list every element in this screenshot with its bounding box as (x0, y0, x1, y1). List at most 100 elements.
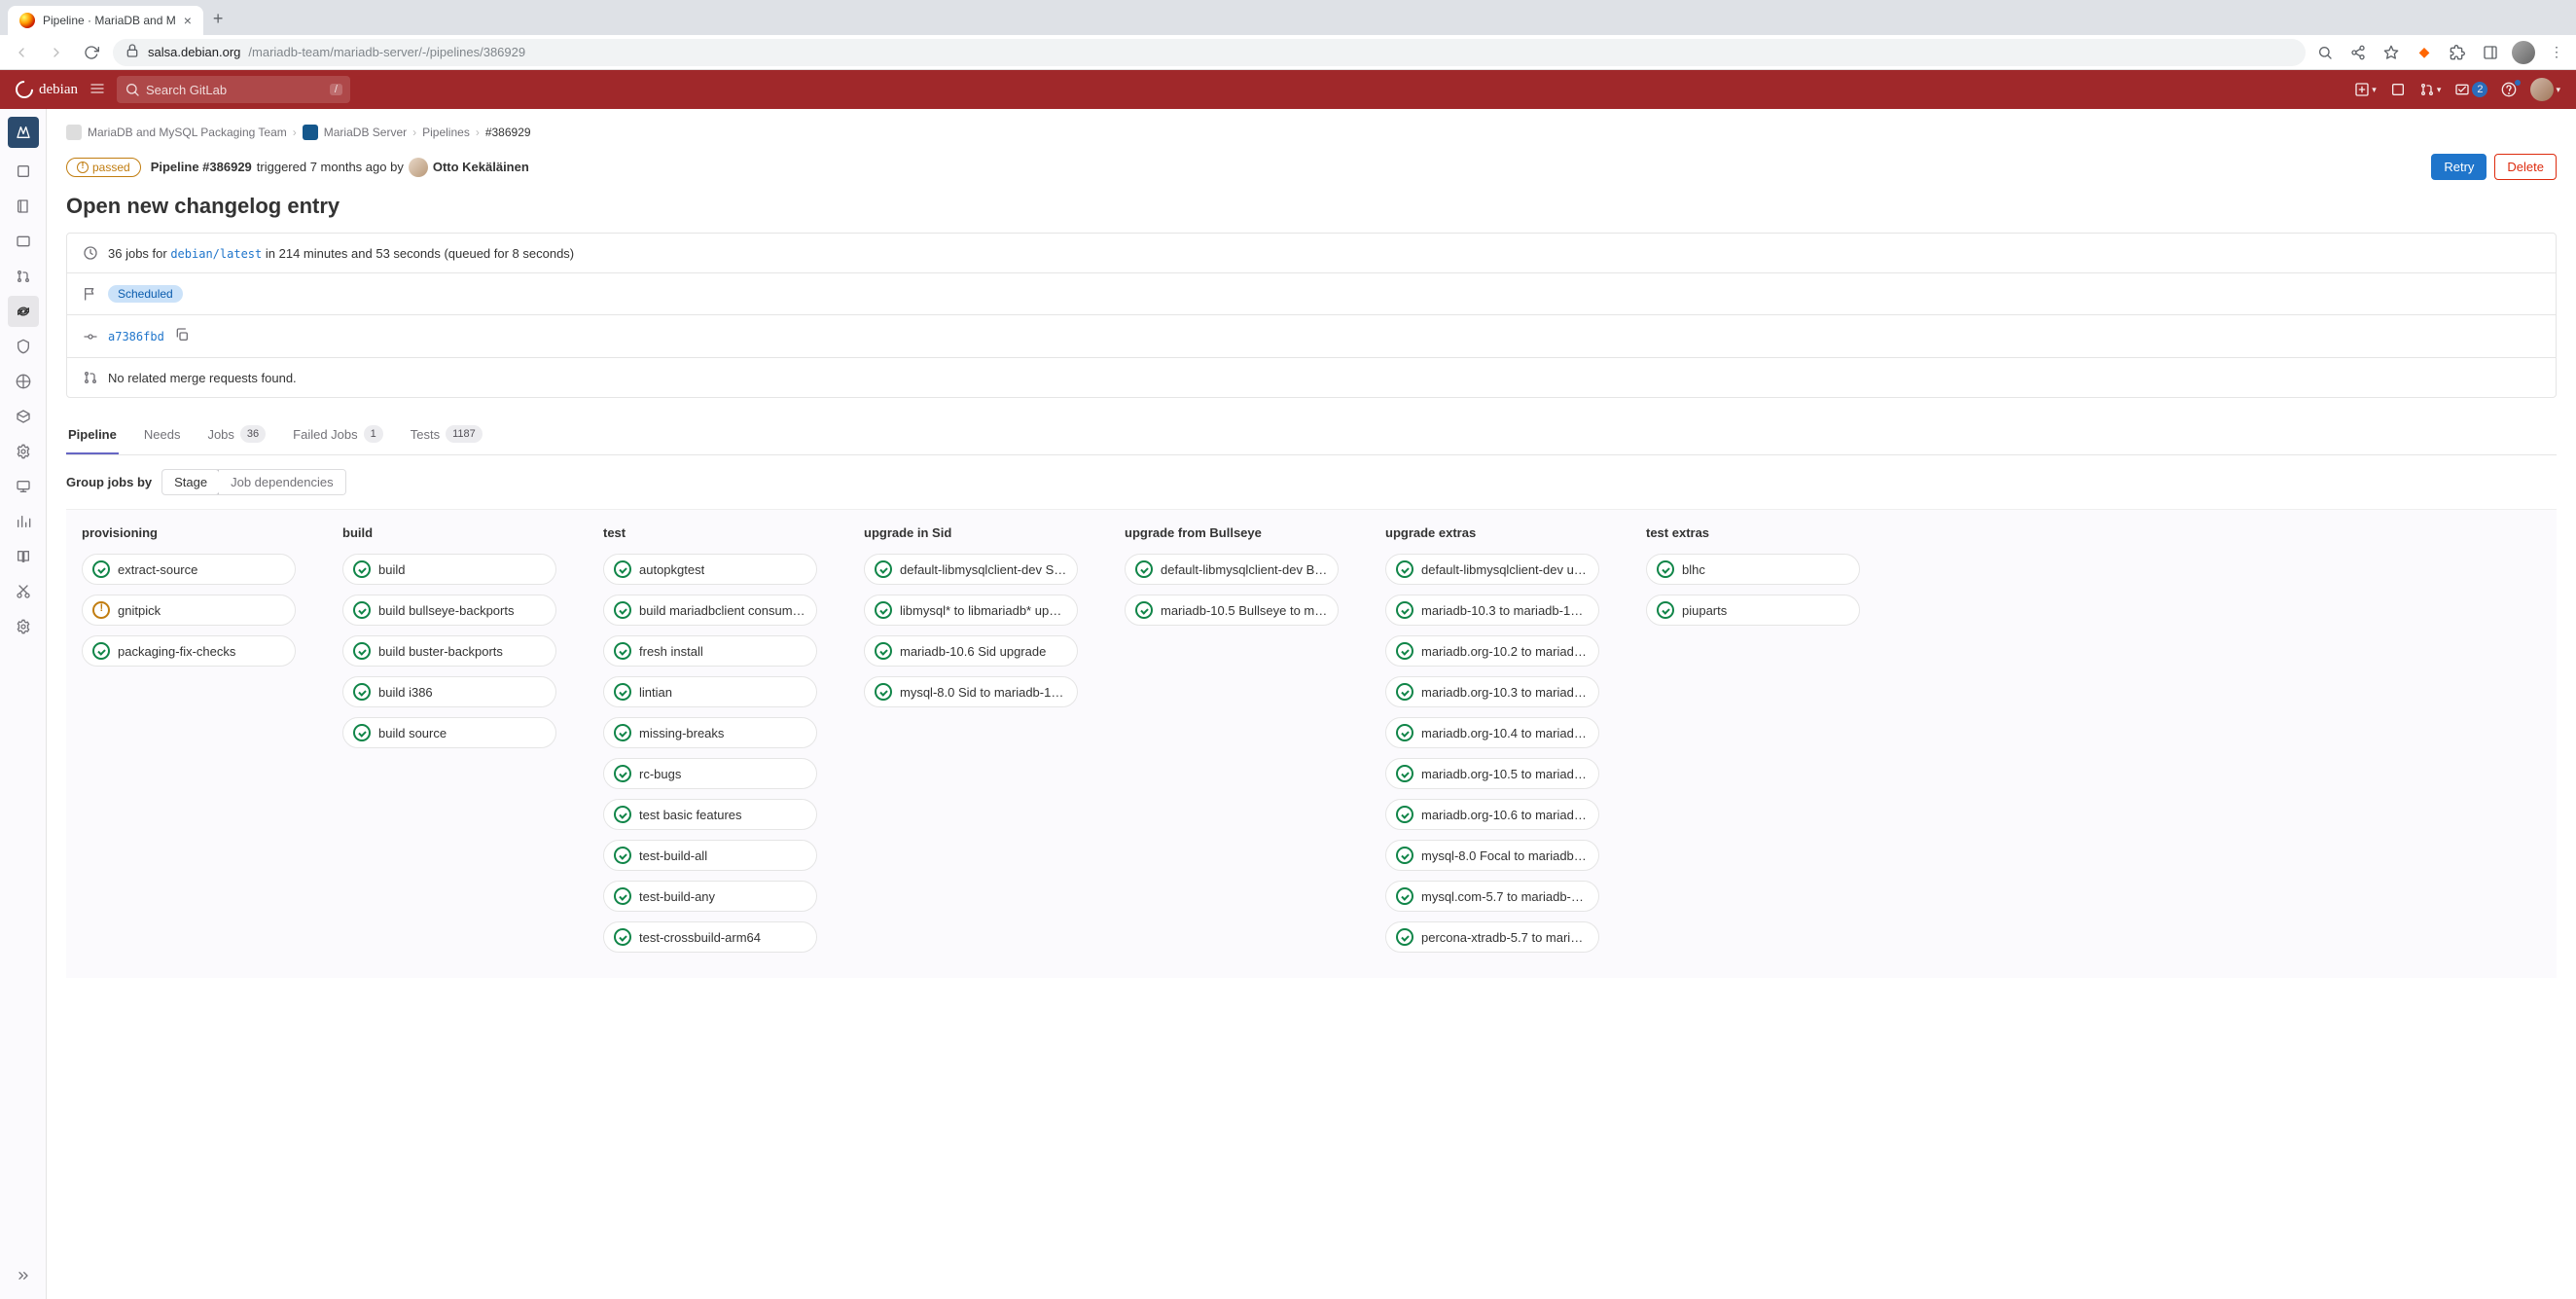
sidebar-cicd[interactable] (8, 296, 39, 327)
profile-avatar[interactable] (2512, 41, 2535, 64)
job-pill[interactable]: gnitpick (82, 595, 296, 626)
job-pill[interactable]: mariadb.org-10.5 to mariadb-10.6 upgrade (1385, 758, 1599, 789)
search-input[interactable]: Search GitLab / (117, 76, 350, 103)
job-pill[interactable]: packaging-fix-checks (82, 635, 296, 667)
sidebar-security[interactable] (8, 331, 39, 362)
sidebar-analytics[interactable] (8, 506, 39, 537)
commit-sha[interactable]: a7386fbd (108, 330, 164, 343)
back-button[interactable] (8, 39, 35, 66)
job-pill[interactable]: build mariadbclient consumer Python-MySQ… (603, 595, 817, 626)
job-name: mariadb.org-10.3 to mariadb-10.6 upgrade (1421, 685, 1589, 700)
main-content: MariaDB and MySQL Packaging Team › Maria… (47, 109, 2576, 1299)
zoom-icon[interactable] (2313, 41, 2337, 64)
sidebar-wiki[interactable] (8, 541, 39, 572)
sidebar-deployments[interactable] (8, 366, 39, 397)
chrome-toolbar-icons: ◆ ⋮ (2313, 41, 2568, 64)
job-pill[interactable]: build (342, 554, 556, 585)
url-bar[interactable]: salsa.debian.org/mariadb-team/mariadb-se… (113, 39, 2306, 66)
status-badge[interactable]: passed (66, 158, 141, 177)
panel-icon[interactable] (2479, 41, 2502, 64)
share-icon[interactable] (2346, 41, 2370, 64)
tab-needs[interactable]: Needs (142, 415, 183, 454)
breadcrumb-group[interactable]: MariaDB and MySQL Packaging Team (88, 126, 287, 139)
branch-link[interactable]: debian/latest (170, 247, 262, 261)
debian-logo[interactable]: debian (16, 81, 78, 98)
job-pill[interactable]: test-crossbuild-arm64 (603, 921, 817, 953)
passed-icon (1396, 806, 1413, 823)
tab-tests[interactable]: Tests1187 (409, 415, 484, 454)
job-pill[interactable]: mariadb.org-10.6 to mariadb-10.6 upgrade (1385, 799, 1599, 830)
retry-button[interactable]: Retry (2431, 154, 2487, 180)
group-by-deps[interactable]: Job dependencies (219, 470, 345, 494)
user-menu[interactable]: ▾ (2530, 78, 2560, 101)
sidebar-monitor[interactable] (8, 471, 39, 502)
job-pill[interactable]: mysql-8.0 Focal to mariadb-10.6 upgrade … (1385, 840, 1599, 871)
job-pill[interactable]: missing-breaks (603, 717, 817, 748)
tab-failed-jobs[interactable]: Failed Jobs1 (291, 415, 385, 454)
job-pill[interactable]: build i386 (342, 676, 556, 707)
copy-icon[interactable] (174, 327, 190, 345)
job-pill[interactable]: mariadb.org-10.2 to mariadb-10.6 upgrade (1385, 635, 1599, 667)
job-pill[interactable]: mariadb-10.3 to mariadb-10.6 upgrade in … (1385, 595, 1599, 626)
job-pill[interactable]: build bullseye-backports (342, 595, 556, 626)
job-pill[interactable]: autopkgtest (603, 554, 817, 585)
job-pill[interactable]: mariadb-10.5 Bullseye to mariadb-10.6 up… (1125, 595, 1339, 626)
job-pill[interactable]: lintian (603, 676, 817, 707)
plus-dropdown[interactable]: ▾ (2354, 82, 2377, 97)
group-by-stage[interactable]: Stage (161, 469, 220, 495)
author-avatar[interactable] (409, 158, 428, 177)
reload-button[interactable] (78, 39, 105, 66)
job-pill[interactable]: default-libmysqlclient-dev upgrade in Bu… (1385, 554, 1599, 585)
browser-tab[interactable]: Pipeline · MariaDB and M × (8, 6, 203, 35)
job-pill[interactable]: blhc (1646, 554, 1860, 585)
job-pill[interactable]: mariadb-10.6 Sid upgrade (864, 635, 1078, 667)
sidebar-merge-requests[interactable] (8, 261, 39, 292)
sidebar-infrastructure[interactable] (8, 436, 39, 467)
job-name: build i386 (378, 685, 433, 700)
tab-jobs[interactable]: Jobs36 (205, 415, 268, 454)
job-name: build bullseye-backports (378, 603, 514, 618)
job-pill[interactable]: mysql.com-5.7 to mariadb-10.6 upgrade in… (1385, 881, 1599, 912)
hamburger-icon[interactable] (89, 81, 105, 99)
close-icon[interactable]: × (184, 13, 192, 28)
job-pill[interactable]: mysql-8.0 Sid to mariadb-10.6 upgrade (864, 676, 1078, 707)
help-icon[interactable] (2501, 82, 2517, 97)
project-avatar[interactable] (8, 117, 39, 148)
job-pill[interactable]: build source (342, 717, 556, 748)
job-pill[interactable]: test-build-all (603, 840, 817, 871)
job-pill[interactable]: mariadb.org-10.3 to mariadb-10.6 upgrade (1385, 676, 1599, 707)
tab-pipeline[interactable]: Pipeline (66, 415, 119, 454)
sidebar-repository[interactable] (8, 191, 39, 222)
sidebar-collapse[interactable] (8, 1260, 39, 1291)
bookmark-icon[interactable] (2379, 41, 2403, 64)
issues-icon[interactable] (2390, 82, 2406, 97)
sidebar-snippets[interactable] (8, 576, 39, 607)
merge-requests-icon[interactable]: ▾ (2419, 82, 2442, 97)
delete-button[interactable]: Delete (2494, 154, 2557, 180)
job-pill[interactable]: libmysql* to libmariadb* upgrade (864, 595, 1078, 626)
job-pill[interactable]: build buster-backports (342, 635, 556, 667)
job-pill[interactable]: fresh install (603, 635, 817, 667)
menu-icon[interactable]: ⋮ (2545, 41, 2568, 64)
job-pill[interactable]: default-libmysqlclient-dev Sid upgrade (864, 554, 1078, 585)
job-pill[interactable]: default-libmysqlclient-dev Bullseye upgr… (1125, 554, 1339, 585)
job-pill[interactable]: percona-xtradb-5.7 to mariadb-10.6 upgra… (1385, 921, 1599, 953)
sidebar-settings[interactable] (8, 611, 39, 642)
job-pill[interactable]: extract-source (82, 554, 296, 585)
job-pill[interactable]: test-build-any (603, 881, 817, 912)
author-name[interactable]: Otto Kekäläinen (433, 160, 529, 174)
extensions-icon[interactable] (2446, 41, 2469, 64)
forward-button[interactable] (43, 39, 70, 66)
sidebar-project-info[interactable] (8, 156, 39, 187)
extension-icon-1[interactable]: ◆ (2413, 41, 2436, 64)
breadcrumb-project[interactable]: MariaDB Server (324, 126, 407, 139)
job-pill[interactable]: mariadb.org-10.4 to mariadb-10.6 upgrade (1385, 717, 1599, 748)
sidebar-issues[interactable] (8, 226, 39, 257)
sidebar-packages[interactable] (8, 401, 39, 432)
job-pill[interactable]: rc-bugs (603, 758, 817, 789)
job-pill[interactable]: test basic features (603, 799, 817, 830)
breadcrumb-section[interactable]: Pipelines (422, 126, 470, 139)
new-tab-button[interactable]: + (203, 3, 233, 35)
job-pill[interactable]: piuparts (1646, 595, 1860, 626)
todos-icon[interactable]: 2 (2454, 82, 2487, 97)
